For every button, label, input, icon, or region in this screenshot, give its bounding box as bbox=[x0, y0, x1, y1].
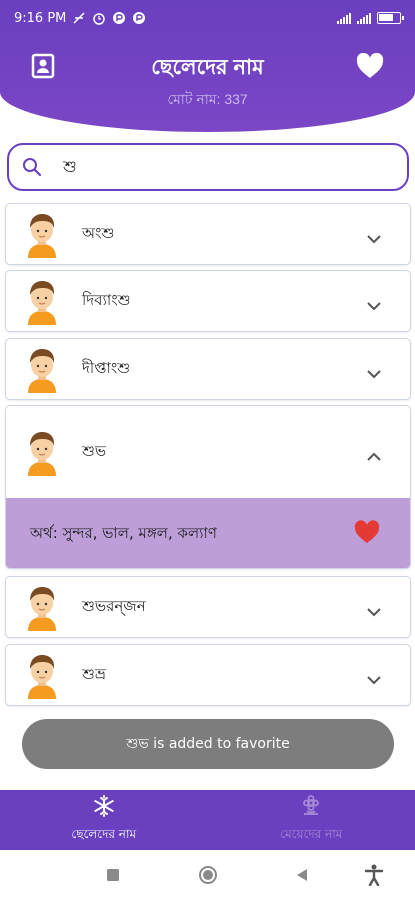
name-row[interactable]: দীপ্তাংশু bbox=[6, 339, 410, 399]
chevron-down-icon[interactable] bbox=[366, 229, 382, 244]
tab-girls-names[interactable]: মেয়েদের নাম bbox=[208, 790, 415, 850]
name-card[interactable]: শুভ্র bbox=[5, 644, 411, 706]
tab-label: ছেলেদের নাম bbox=[71, 827, 137, 841]
name-label: শুভ্র bbox=[82, 664, 106, 683]
name-label: অংশু bbox=[82, 223, 115, 242]
bottom-navigation: ছেলেদের নাম মেয়েদের নাম bbox=[0, 790, 415, 850]
chevron-up-icon[interactable] bbox=[366, 447, 382, 461]
total-count: মোট নাম: 337 bbox=[167, 91, 248, 107]
signal-icon bbox=[357, 12, 371, 24]
page-title: ছেলেদের নাম bbox=[151, 55, 264, 79]
name-row[interactable]: শুভরন্জন bbox=[6, 577, 410, 637]
data-off-icon bbox=[72, 11, 86, 25]
alarm-icon bbox=[92, 11, 106, 25]
boy-avatar-icon bbox=[24, 428, 60, 476]
boy-avatar-icon bbox=[24, 277, 60, 325]
toast-message: শুভ is added to favorite bbox=[22, 719, 394, 769]
favorites-heart-icon[interactable] bbox=[355, 52, 385, 80]
app-notification-icon bbox=[112, 11, 126, 25]
flower-icon bbox=[299, 794, 323, 822]
search-input[interactable]: শু bbox=[63, 154, 363, 181]
chevron-down-icon[interactable] bbox=[366, 364, 382, 379]
name-label: দীপ্তাংশু bbox=[82, 358, 131, 377]
boy-avatar-icon bbox=[24, 210, 60, 258]
chevron-down-icon[interactable] bbox=[366, 602, 382, 617]
recents-square-icon[interactable] bbox=[105, 867, 121, 887]
name-label: দিব্যাংশু bbox=[82, 290, 131, 309]
signal-icon bbox=[337, 12, 351, 24]
home-circle-icon[interactable] bbox=[198, 865, 218, 889]
status-time: 9:16 PM bbox=[14, 10, 67, 26]
accessibility-icon[interactable] bbox=[364, 864, 384, 890]
boy-avatar-icon bbox=[24, 583, 60, 631]
name-card[interactable]: শুভরন্জন bbox=[5, 576, 411, 638]
name-card[interactable]: অংশু bbox=[5, 203, 411, 265]
system-navigation-bar bbox=[0, 850, 415, 900]
status-bar: 9:16 PM bbox=[0, 0, 415, 36]
meaning-panel: অর্থ: সুন্দর, ভাল, মঙ্গল, কল্যাণ bbox=[6, 498, 410, 568]
boy-avatar-icon bbox=[24, 651, 60, 699]
name-card[interactable]: দীপ্তাংশু bbox=[5, 338, 411, 400]
tab-label: মেয়েদের নাম bbox=[280, 827, 343, 841]
search-icon bbox=[21, 156, 43, 178]
name-label: শুভরন্জন bbox=[82, 596, 146, 615]
snowflake-icon bbox=[92, 794, 116, 822]
boy-avatar-icon bbox=[24, 345, 60, 393]
name-meaning: অর্থ: সুন্দর, ভাল, মঙ্গল, কল্যাণ bbox=[30, 523, 217, 542]
search-bar[interactable]: শু bbox=[7, 143, 409, 191]
favorite-heart-icon[interactable] bbox=[354, 520, 380, 544]
name-card[interactable]: দিব্যাংশু bbox=[5, 270, 411, 332]
name-card-expanded[interactable]: শুভ অর্থ: সুন্দর, ভাল, মঙ্গল, কল্যাণ bbox=[5, 405, 411, 569]
name-row[interactable]: দিব্যাংশু bbox=[6, 271, 410, 331]
name-row[interactable]: শুভ bbox=[6, 406, 410, 498]
app-notification-icon bbox=[132, 11, 146, 25]
chevron-down-icon[interactable] bbox=[366, 670, 382, 685]
name-row[interactable]: শুভ্র bbox=[6, 645, 410, 705]
battery-icon bbox=[377, 12, 404, 24]
back-triangle-icon[interactable] bbox=[294, 867, 310, 887]
chevron-down-icon[interactable] bbox=[366, 296, 382, 311]
contact-card-icon[interactable] bbox=[30, 52, 56, 80]
name-row[interactable]: অংশু bbox=[6, 204, 410, 264]
tab-boys-names[interactable]: ছেলেদের নাম bbox=[0, 790, 208, 850]
app-header: ছেলেদের নাম bbox=[0, 46, 415, 90]
name-label: শুভ bbox=[82, 441, 107, 460]
